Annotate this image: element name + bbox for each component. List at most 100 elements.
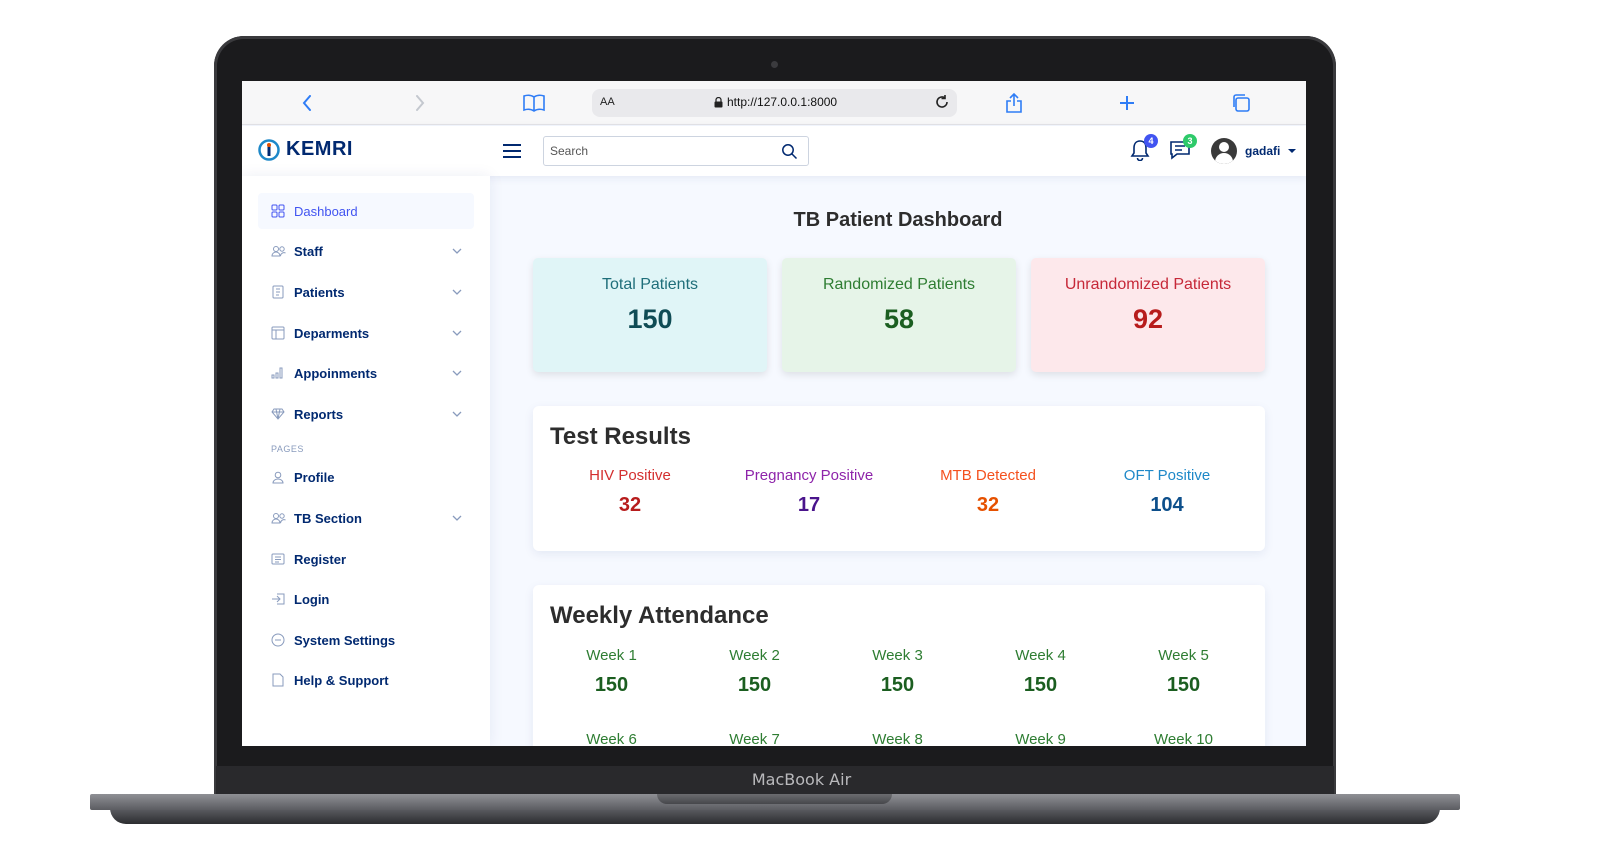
messages-badge: 3 [1183, 134, 1197, 148]
people-icon [270, 510, 286, 526]
stat-value: 150 [627, 304, 673, 334]
brand-name: KEMRI [286, 138, 353, 160]
stat-label: Unrandomized Patients [1064, 276, 1232, 293]
week-label: Week 8 [872, 731, 923, 746]
sidebar-item-register[interactable]: Register [258, 541, 474, 577]
sidebar-item-label: Register [294, 551, 347, 567]
sidebar-item-help-support[interactable]: Help & Support [258, 662, 474, 698]
file-icon [270, 672, 286, 688]
week-stat: Week 8 [826, 731, 969, 746]
sidebar-item-label: Staff [294, 243, 323, 259]
chevron-down-icon [452, 289, 462, 295]
new-tab-icon[interactable] [1115, 91, 1139, 115]
brand-logo[interactable]: KEMRI [258, 138, 353, 161]
week-stat: Week 4 150 [969, 647, 1112, 697]
chevron-down-icon [452, 411, 462, 417]
week-label: Week 3 [872, 647, 923, 664]
reload-icon[interactable] [933, 93, 951, 111]
stat-label: Total Patients [601, 276, 699, 293]
test-result-hiv: HIV Positive 32 [540, 467, 720, 517]
chevron-down-icon [452, 515, 462, 521]
browser-toolbar: AA http://127.0.0.1:8000 [242, 81, 1306, 125]
chevron-down-icon [452, 370, 462, 376]
sidebar-item-system-settings[interactable]: System Settings [258, 622, 474, 658]
gem-icon [270, 406, 286, 422]
metric-value: 17 [797, 494, 821, 516]
search-input[interactable] [550, 142, 770, 160]
week-label: Week 1 [586, 647, 637, 664]
stat-value: 58 [883, 304, 915, 334]
url-display: http://127.0.0.1:8000 [714, 95, 837, 109]
profile-menu[interactable]: gadafi [1211, 138, 1297, 164]
week-stat: Week 2 150 [683, 647, 826, 697]
back-icon[interactable] [295, 91, 319, 115]
sidebar-item-label: Help & Support [294, 672, 389, 688]
bar-chart-icon [270, 365, 286, 381]
stat-card-total-patients: Total Patients 150 [533, 258, 767, 372]
sidebar-item-reports[interactable]: Reports [258, 396, 474, 432]
sidebar-item-dashboard[interactable]: Dashboard [258, 193, 474, 229]
chevron-down-icon [452, 248, 462, 254]
week-value: 150 [594, 674, 629, 696]
stat-card-randomized-patients: Randomized Patients 58 [782, 258, 1016, 372]
test-result-oft: OFT Positive 104 [1077, 467, 1257, 517]
sidebar: Dashboard Staff Patients Deparments Appo… [242, 176, 490, 746]
sidebar-item-tb-section[interactable]: TB Section [258, 500, 474, 536]
lock-icon [714, 96, 723, 107]
sidebar-item-label: Profile [294, 469, 335, 485]
week-label: Week 4 [1015, 647, 1066, 664]
search-bar [543, 136, 809, 166]
person-icon [270, 469, 286, 485]
messages-button[interactable]: 3 [1169, 134, 1197, 161]
sidebar-item-label: Patients [294, 284, 345, 300]
device-mockup: MacBook Air AA http://127.0.0.1:8000 KEM… [0, 0, 1603, 867]
weekly-attendance-title: Weekly Attendance [550, 602, 769, 629]
metric-label: OFT Positive [1123, 467, 1211, 484]
metric-label: MTB Detected [940, 467, 1036, 484]
metric-label: HIV Positive [589, 467, 671, 484]
laptop-notch [657, 794, 892, 804]
notifications-button[interactable]: 4 [1130, 134, 1158, 162]
chevron-down-icon [452, 330, 462, 336]
menu-toggle-icon[interactable] [501, 140, 523, 162]
metric-value: 104 [1150, 494, 1184, 516]
week-stat: Week 7 [683, 731, 826, 746]
metric-label: Pregnancy Positive [744, 467, 874, 484]
week-label: Week 7 [729, 731, 780, 746]
text-size-button[interactable]: AA [600, 96, 615, 108]
tabs-overview-icon[interactable] [1229, 91, 1253, 115]
test-results-panel: Test Results HIV Positive 32 Pregnancy P… [533, 406, 1265, 551]
week-stat: Week 10 [1112, 731, 1255, 746]
screen: AA http://127.0.0.1:8000 KEMRI Search 4 … [242, 81, 1306, 746]
sidebar-item-departments[interactable]: Deparments [258, 315, 474, 351]
week-stat: Week 1 150 [540, 647, 683, 697]
address-bar[interactable]: AA http://127.0.0.1:8000 [592, 89, 957, 117]
week-stat: Week 6 [540, 731, 683, 746]
week-label: Week 2 [729, 647, 780, 664]
avatar [1211, 138, 1237, 164]
week-stat: Week 3 150 [826, 647, 969, 697]
sidebar-item-patients[interactable]: Patients [258, 274, 474, 310]
notifications-badge: 4 [1144, 134, 1158, 148]
app-header: KEMRI 4 [242, 126, 1306, 176]
url-text: http://127.0.0.1:8000 [727, 95, 838, 109]
share-icon[interactable] [1002, 91, 1026, 115]
sidebar-item-label: Reports [294, 406, 344, 422]
bookmarks-icon[interactable] [522, 91, 546, 115]
sidebar-item-label: TB Section [294, 510, 362, 526]
stat-label: Randomized Patients [822, 276, 976, 293]
sidebar-item-appointments[interactable]: Appoinments [258, 355, 474, 391]
sidebar-item-profile[interactable]: Profile [258, 459, 474, 495]
week-stat: Week 5 150 [1112, 647, 1255, 697]
laptop-base-shadow [110, 808, 1440, 824]
weekly-attendance-panel: Weekly Attendance Week 1 150 Week 2 150 … [533, 585, 1265, 746]
box-arrow-in-icon [270, 591, 286, 607]
sidebar-item-login[interactable]: Login [258, 581, 474, 617]
page-title: TB Patient Dashboard [793, 209, 1003, 231]
forward-icon[interactable] [408, 91, 432, 115]
sidebar-item-label: System Settings [294, 632, 396, 648]
search-icon[interactable] [781, 143, 798, 160]
sidebar-item-label: Login [294, 591, 330, 607]
journal-icon [270, 284, 286, 300]
sidebar-item-staff[interactable]: Staff [258, 233, 474, 269]
